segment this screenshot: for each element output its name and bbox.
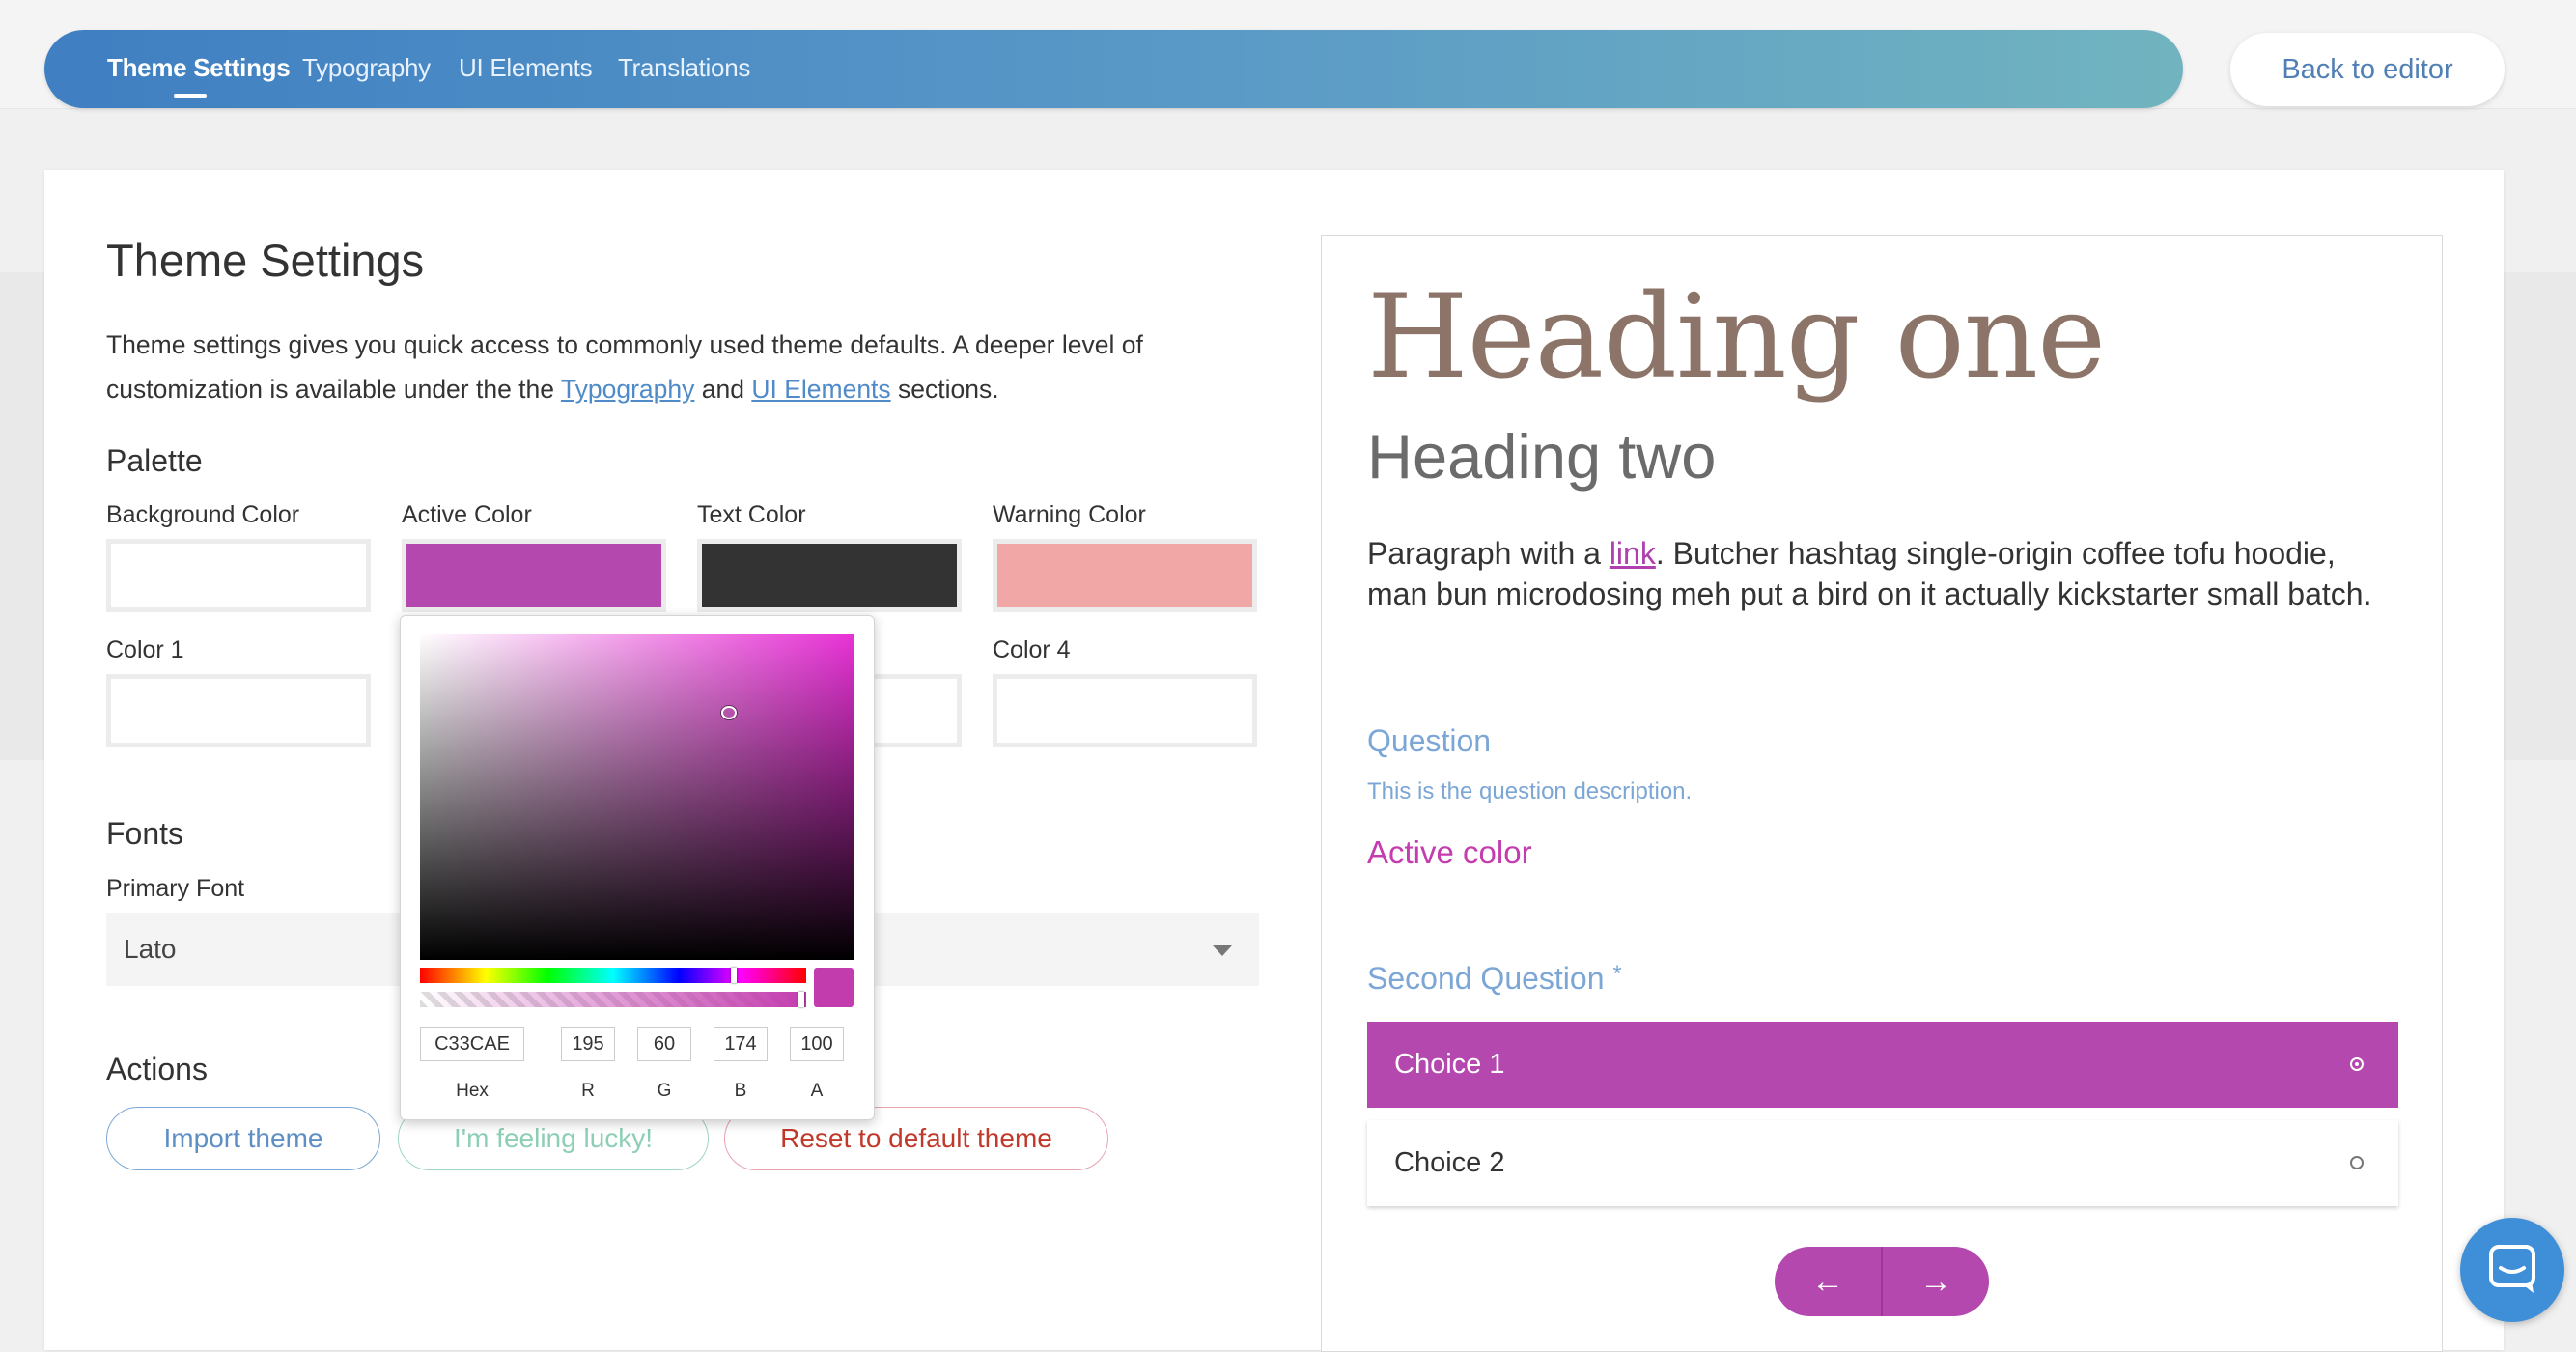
green-label: G [657, 1081, 672, 1101]
preview-link[interactable]: link [1610, 536, 1656, 571]
green-input[interactable]: 60 [637, 1027, 691, 1061]
color-1-label: Color 1 [106, 636, 184, 663]
hex-input[interactable]: C33CAE [420, 1027, 524, 1061]
warning-color-swatch[interactable] [993, 539, 1257, 612]
second-question-title: Second Question * [1367, 961, 1622, 996]
palette-heading: Palette [106, 443, 203, 478]
choice-1-option[interactable]: Choice 1 [1367, 1022, 2398, 1108]
saturation-value-area[interactable] [420, 634, 854, 960]
arrow-left-icon: ← [1811, 1262, 1844, 1300]
alpha-input[interactable]: 100 [790, 1027, 844, 1061]
actions-heading: Actions [106, 1052, 208, 1086]
top-navigation: Theme Settings Typography UI Elements Tr… [44, 30, 2183, 108]
alpha-slider-handle[interactable] [798, 992, 804, 1007]
blue-input[interactable]: 174 [714, 1027, 768, 1061]
fonts-heading: Fonts [106, 816, 184, 851]
active-color-label: Active Color [402, 501, 532, 528]
blue-label: B [734, 1081, 747, 1101]
saturation-handle[interactable] [721, 706, 737, 719]
tab-translations[interactable]: Translations [618, 53, 750, 83]
color-picker-popup: C33CAE 195 60 174 100 Hex R G B A [400, 615, 875, 1120]
back-to-editor-button[interactable]: Back to editor [2230, 33, 2505, 106]
hue-slider[interactable] [420, 968, 806, 983]
choice-1-label: Choice 1 [1394, 1049, 1505, 1080]
tab-ui-elements[interactable]: UI Elements [459, 53, 593, 83]
color-preview [814, 968, 854, 1007]
active-color-swatch[interactable] [402, 539, 666, 612]
warning-color-label: Warning Color [993, 501, 1146, 528]
required-asterisk: * [1612, 961, 1622, 987]
red-label: R [581, 1081, 595, 1101]
navigation-buttons: ← → [1775, 1247, 1989, 1316]
primary-font-label: Primary Font [106, 875, 245, 902]
chat-launcher-button[interactable] [2460, 1218, 2564, 1322]
hue-slider-handle[interactable] [731, 968, 737, 983]
ui-elements-link[interactable]: UI Elements [751, 375, 890, 404]
choice-2-option[interactable]: Choice 2 [1367, 1120, 2398, 1206]
color-4-label: Color 4 [993, 636, 1071, 663]
preview-heading-one: Heading one [1367, 270, 2106, 405]
text-color-label: Text Color [697, 501, 806, 528]
question-description: This is the question description. [1367, 778, 1693, 804]
red-input[interactable]: 195 [561, 1027, 615, 1061]
background-color-swatch[interactable] [106, 539, 371, 612]
previous-button[interactable]: ← [1775, 1247, 1881, 1316]
alpha-label: A [810, 1081, 824, 1101]
chat-icon [2489, 1245, 2535, 1293]
color-4-swatch[interactable] [993, 674, 1257, 747]
arrow-right-icon: → [1919, 1262, 1952, 1300]
page-title: Theme Settings [106, 235, 425, 286]
settings-description: Theme settings gives you quick access to… [106, 330, 1143, 404]
alpha-slider[interactable] [420, 992, 806, 1007]
import-theme-button[interactable]: Import theme [106, 1107, 380, 1170]
choice-2-label: Choice 2 [1394, 1147, 1505, 1178]
chevron-down-icon [1213, 945, 1232, 956]
active-tab-indicator [174, 94, 207, 98]
typography-link[interactable]: Typography [561, 375, 694, 404]
background-color-label: Background Color [106, 501, 300, 528]
color-1-swatch[interactable] [106, 674, 371, 747]
preview-paragraph: Paragraph with a link. Butcher hashtag s… [1367, 536, 2372, 611]
radio-empty-icon [2350, 1156, 2364, 1169]
tab-theme-settings[interactable]: Theme Settings [107, 53, 291, 83]
radio-selected-icon [2350, 1057, 2364, 1071]
text-color-swatch[interactable] [697, 539, 962, 612]
primary-font-value: Lato [124, 934, 177, 964]
tab-typography[interactable]: Typography [302, 53, 431, 83]
question-title: Question [1367, 723, 1492, 758]
preview-heading-two: Heading two [1367, 421, 1717, 492]
next-button[interactable]: → [1883, 1247, 1989, 1316]
hex-label: Hex [456, 1081, 489, 1101]
active-color-input[interactable]: Active color [1367, 834, 1532, 871]
